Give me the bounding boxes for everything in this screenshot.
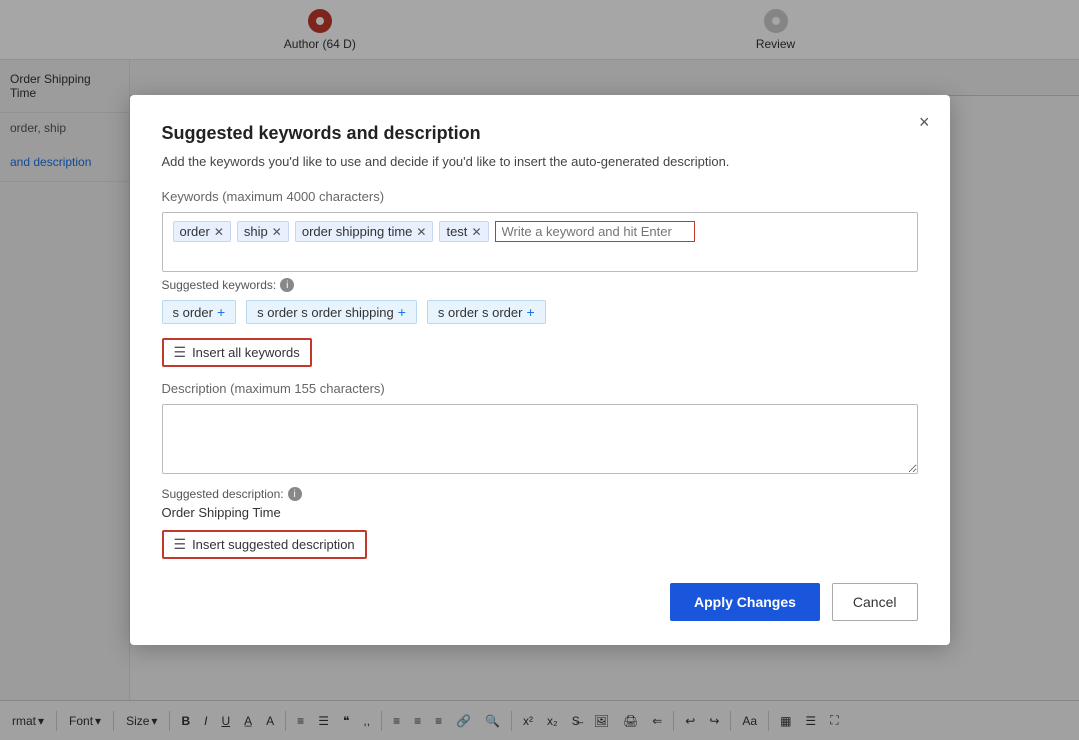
keyword-tag-text: order shipping time (302, 224, 413, 239)
keyword-remove-ship[interactable]: ✕ (272, 226, 282, 238)
insert-desc-icon: ☰ (174, 536, 187, 553)
keyword-remove-test[interactable]: ✕ (471, 226, 481, 238)
modal-title: Suggested keywords and description (162, 123, 918, 144)
suggested-desc-info-icon[interactable]: i (288, 487, 302, 501)
description-textarea[interactable] (162, 404, 918, 474)
suggested-description-label: Suggested description: i (162, 487, 918, 501)
keyword-tag-order-shipping-time: order shipping time ✕ (295, 221, 434, 242)
description-label-main: Description (162, 381, 227, 396)
apply-changes-button[interactable]: Apply Changes (670, 583, 820, 621)
suggested-desc-label-text: Suggested description: (162, 487, 284, 501)
insert-suggested-description-button[interactable]: ☰ Insert suggested description (162, 530, 367, 559)
modal-subtitle: Add the keywords you'd like to use and d… (162, 154, 918, 169)
keyword-input-wrapper (495, 221, 907, 242)
suggested-keywords-info-icon[interactable]: i (280, 278, 294, 292)
suggested-tag-text: s order (173, 305, 213, 320)
insert-desc-label: Insert suggested description (192, 537, 355, 552)
modal-dialog: × Suggested keywords and description Add… (130, 95, 950, 645)
suggested-tag-s-order-shipping[interactable]: s order s order shipping + (246, 300, 417, 324)
keyword-tag-order: order ✕ (173, 221, 231, 242)
suggested-tag-plus: + (217, 304, 225, 320)
description-label-sub: (maximum 155 characters) (230, 381, 385, 396)
keyword-remove-order[interactable]: ✕ (214, 226, 224, 238)
suggested-description-text: Order Shipping Time (162, 505, 918, 520)
suggested-tag-plus: + (398, 304, 406, 320)
suggested-tag-text: s order s order (438, 305, 523, 320)
suggested-keywords-label-text: Suggested keywords: (162, 278, 277, 292)
keywords-label-main: Keywords (162, 189, 219, 204)
suggested-tag-s-order-order[interactable]: s order s order + (427, 300, 546, 324)
insert-all-label: Insert all keywords (192, 345, 300, 360)
suggested-tag-plus: + (526, 304, 534, 320)
keyword-tag-text: ship (244, 224, 268, 239)
suggested-tag-text: s order s order shipping (257, 305, 394, 320)
keywords-label: Keywords (maximum 4000 characters) (162, 189, 918, 204)
keyword-input-field[interactable] (495, 221, 695, 242)
keywords-label-sub: (maximum 4000 characters) (222, 189, 384, 204)
keywords-input-box[interactable]: order ✕ ship ✕ order shipping time ✕ tes… (162, 212, 918, 272)
suggested-keywords-row: s order + s order s order shipping + s o… (162, 300, 918, 324)
keyword-tag-text: order (180, 224, 210, 239)
suggested-keywords-label: Suggested keywords: i (162, 278, 918, 292)
keyword-tag-ship: ship ✕ (237, 221, 289, 242)
description-label: Description (maximum 155 characters) (162, 381, 918, 396)
insert-all-keywords-button[interactable]: ☰ Insert all keywords (162, 338, 312, 367)
modal-close-button[interactable]: × (919, 113, 930, 131)
suggested-tag-s-order[interactable]: s order + (162, 300, 237, 324)
keyword-tag-text: test (446, 224, 467, 239)
keyword-remove-ost[interactable]: ✕ (416, 226, 426, 238)
insert-all-icon: ☰ (174, 344, 187, 361)
modal-footer: Apply Changes Cancel (162, 583, 918, 621)
cancel-button[interactable]: Cancel (832, 583, 918, 621)
modal-overlay: × Suggested keywords and description Add… (0, 0, 1079, 740)
keyword-tag-test: test ✕ (439, 221, 488, 242)
